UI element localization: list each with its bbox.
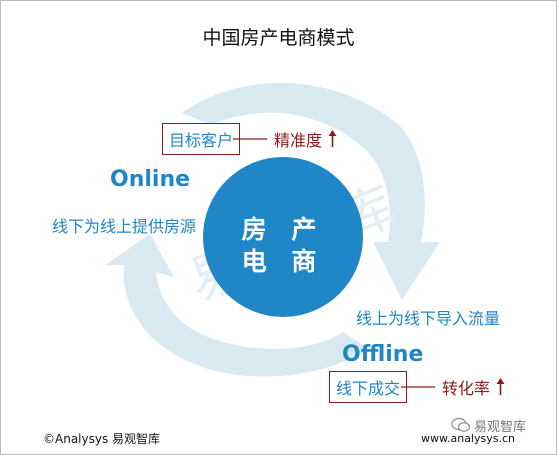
diagram-frame: 易观智库 中国房产电商模式 房 产 电 商 Online 线下为线上提供房源 目…	[0, 0, 557, 455]
offline-metric: 转化率	[442, 375, 505, 399]
wechat-icon	[451, 417, 471, 432]
copyright-text: ©Analysys 易观智库	[43, 432, 161, 446]
offline-metric-label: 转化率	[442, 379, 491, 398]
source-url: www.analysys.cn	[421, 432, 515, 445]
arrow-up-icon	[496, 378, 505, 395]
